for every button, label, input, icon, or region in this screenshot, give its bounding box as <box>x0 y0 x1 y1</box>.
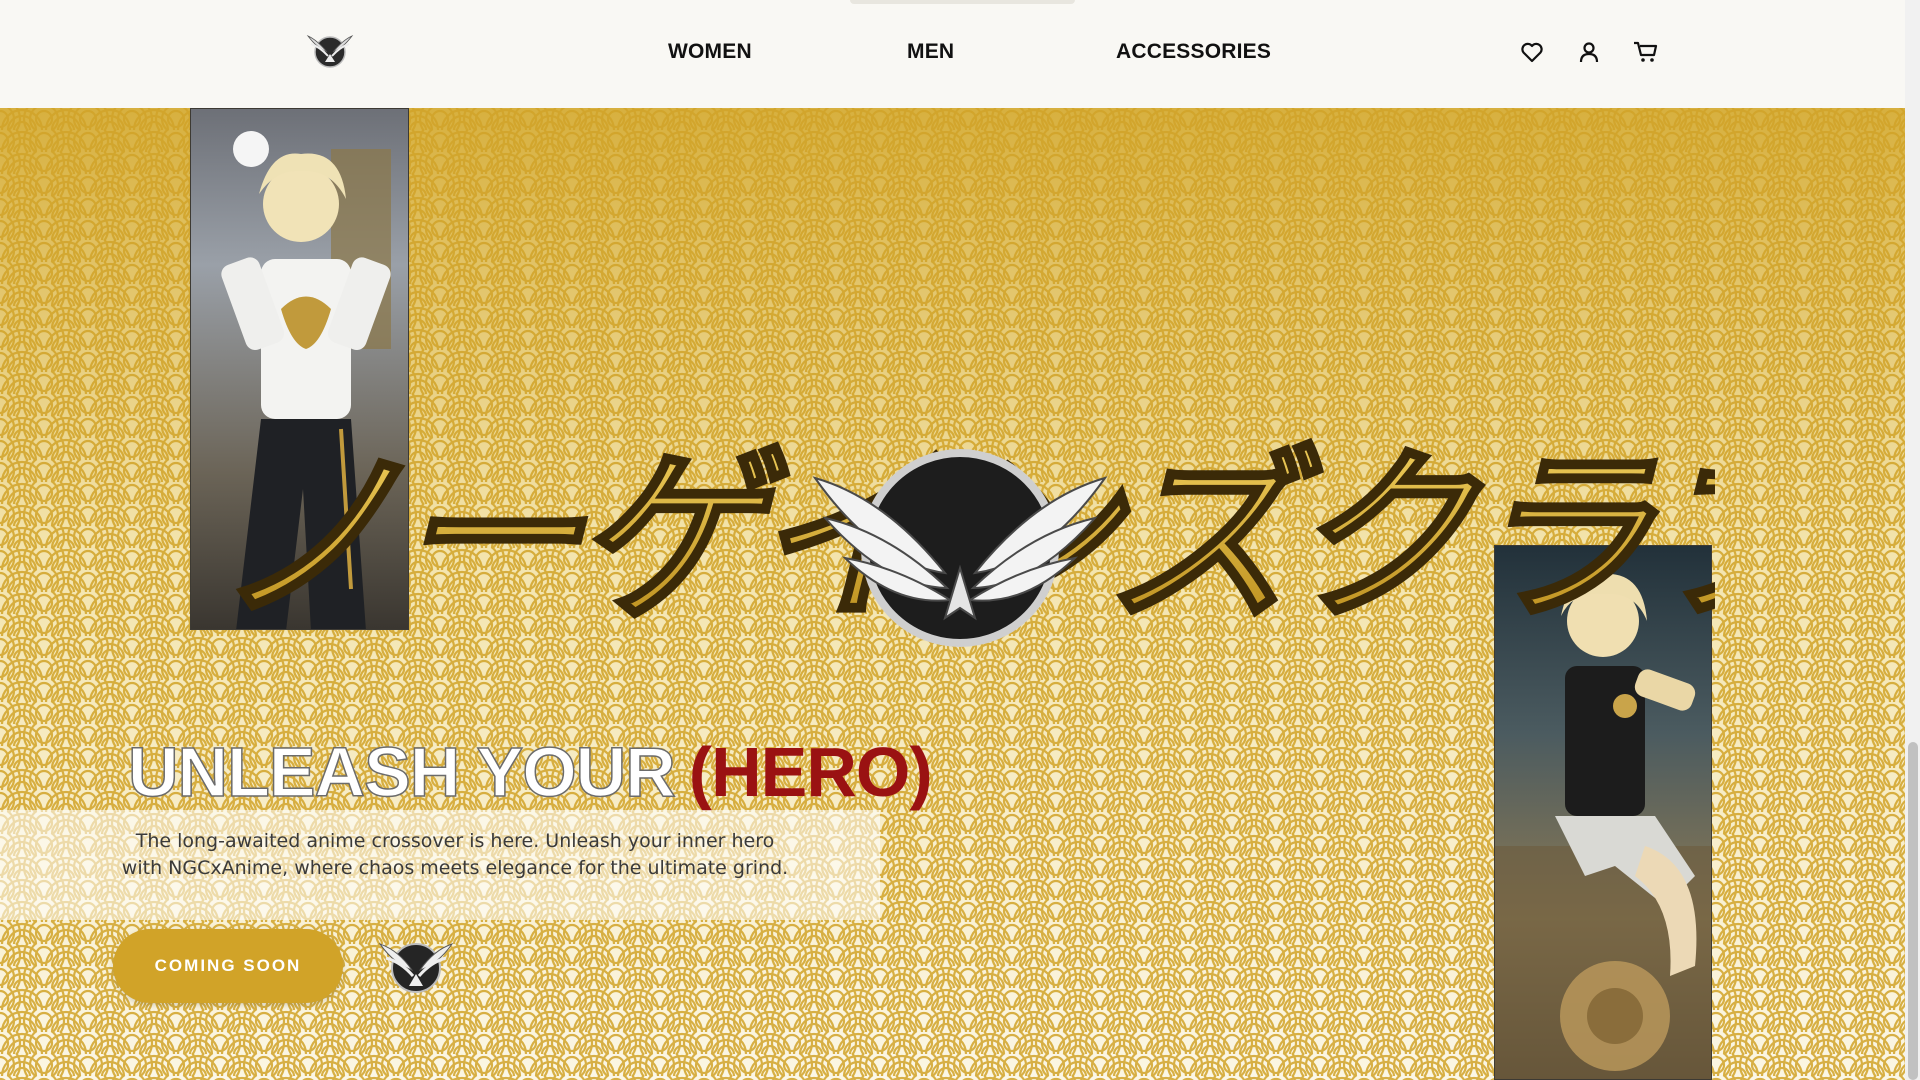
hero-headline: UNLEASH YOUR (HERO) <box>127 732 933 812</box>
description-line-1: The long-awaited anime crossover is here… <box>135 830 775 852</box>
small-winged-logo-icon <box>378 943 454 993</box>
nav-accessories-link[interactable]: ACCESSORIES <box>1116 40 1271 64</box>
winged-logo-icon[interactable] <box>305 28 355 72</box>
nav-handle <box>850 0 1075 4</box>
user-icon[interactable] <box>1577 40 1601 64</box>
nav-men-link[interactable]: MEN <box>907 40 954 64</box>
top-navigation: WOMEN MEN ACCESSORIES <box>0 0 1905 108</box>
headline-red-text: (HERO) <box>688 733 933 811</box>
cart-icon[interactable] <box>1633 40 1659 64</box>
scrollbar-thumb[interactable] <box>1908 742 1918 1080</box>
winged-emblem-icon <box>812 449 1108 647</box>
heart-icon[interactable] <box>1520 40 1544 64</box>
hero-description: The long-awaited anime crossover is here… <box>105 828 805 882</box>
coming-soon-button[interactable]: COMING SOON <box>113 929 343 1003</box>
nav-women-link[interactable]: WOMEN <box>668 40 752 64</box>
headline-white-text: UNLEASH YOUR <box>127 732 676 812</box>
description-line-2: with NGCxAnime, where chaos meets elegan… <box>121 857 789 879</box>
